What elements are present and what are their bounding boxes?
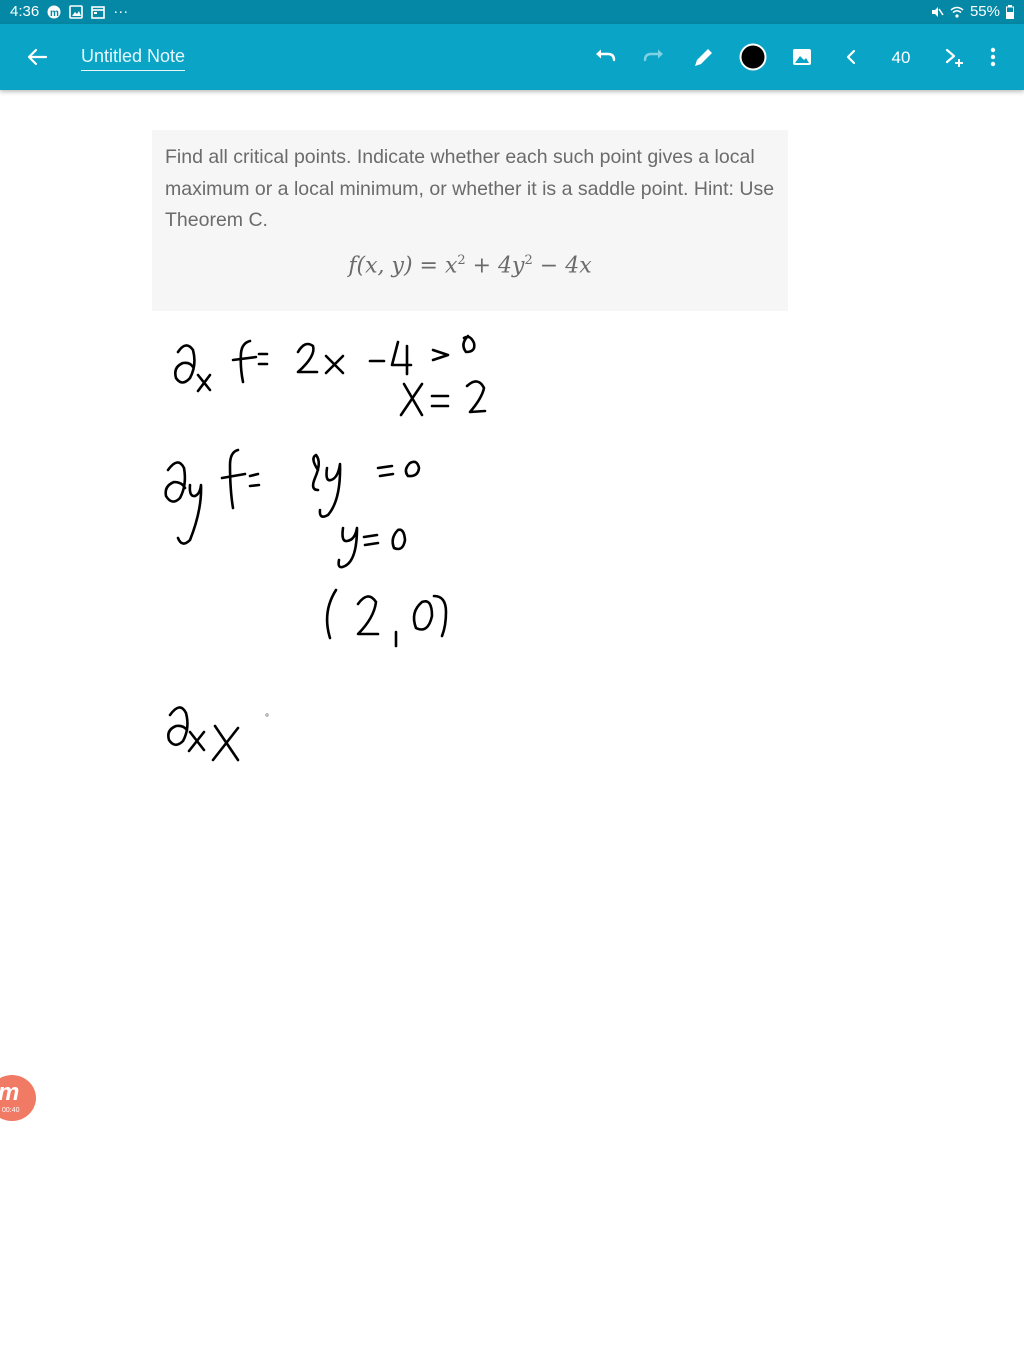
handwriting-canvas[interactable] — [0, 0, 1024, 1366]
ink-line-partial-xx — [167, 706, 269, 762]
ink-critical-point — [325, 588, 448, 648]
ink-line-partial-y — [164, 448, 421, 569]
recorder-time: 00:40 — [2, 1107, 20, 1114]
recorder-logo-icon: m — [0, 1079, 20, 1106]
ink-line-partial-x — [174, 334, 487, 417]
